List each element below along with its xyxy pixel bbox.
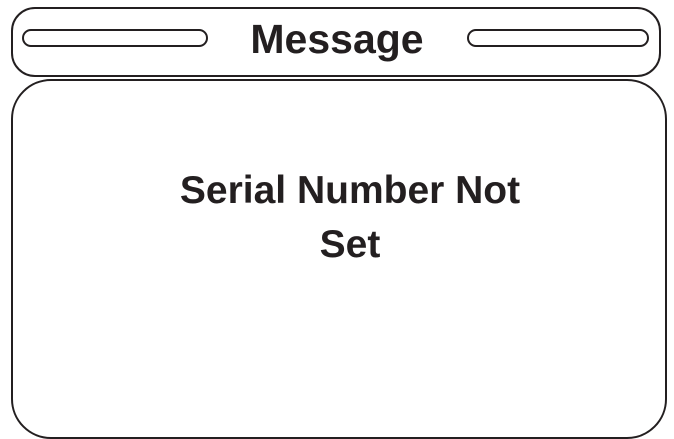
dialog-title: Message: [250, 16, 424, 62]
message-text: Serial Number Not Set: [100, 164, 600, 272]
title-left-decoration: [22, 29, 208, 47]
message-line-2: Set: [319, 223, 381, 266]
message-line-1: Serial Number Not: [179, 169, 521, 212]
title-right-decoration: [467, 29, 649, 47]
